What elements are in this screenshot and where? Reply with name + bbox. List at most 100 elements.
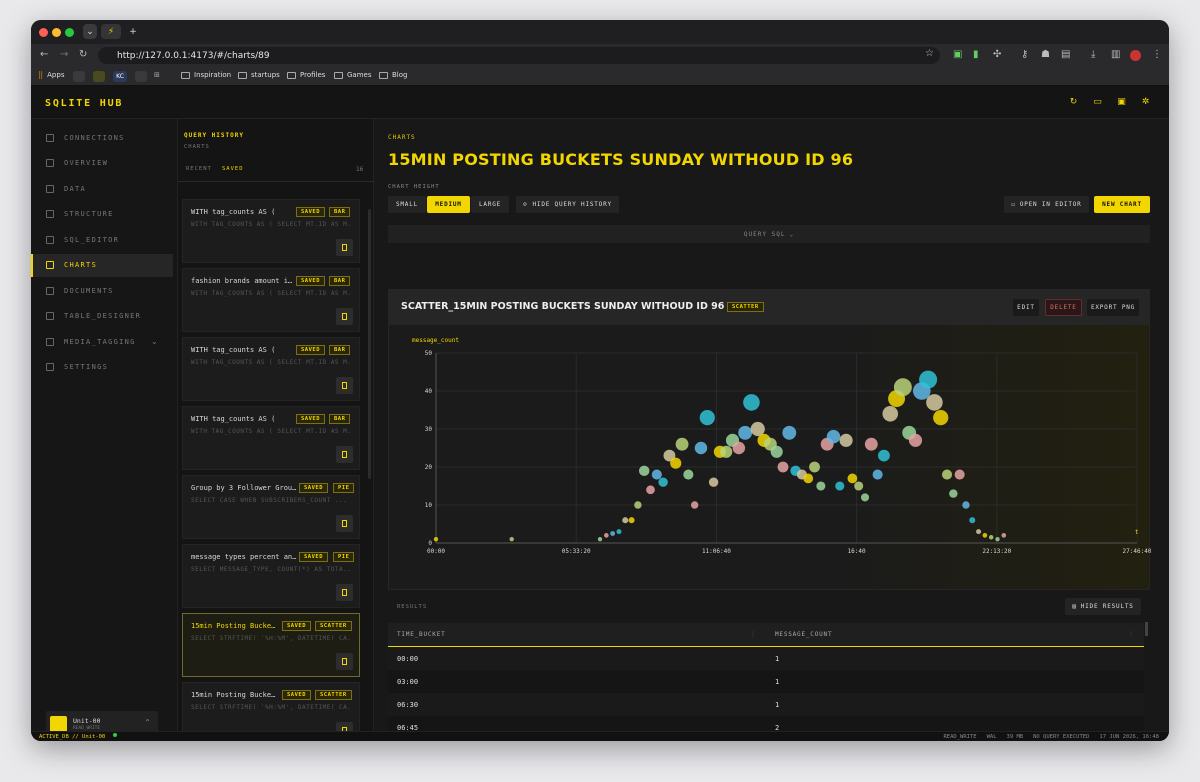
bookmark-folder-games[interactable]: Games xyxy=(334,71,372,79)
size-small-button[interactable]: SMALL xyxy=(388,196,426,213)
avatar[interactable] xyxy=(1130,50,1141,61)
sidebar-item-table-designer[interactable]: TABLE_DESIGNER xyxy=(31,305,173,328)
refresh-icon[interactable]: ↻ xyxy=(1068,97,1079,107)
sidebar-item-label: SETTINGS xyxy=(64,363,109,371)
history-card[interactable]: 15min Posting Bucke… SAVED SCATTER SELEC… xyxy=(182,613,360,677)
bookmark-folder-blog[interactable]: Blog xyxy=(379,71,407,79)
bookmark-button[interactable] xyxy=(336,239,353,256)
close-window-icon[interactable] xyxy=(39,28,48,37)
bookmark-kc[interactable]: KC xyxy=(113,71,127,82)
menu-icon[interactable]: ⋮ xyxy=(1152,49,1162,60)
bookmark-folder-startups[interactable]: startups xyxy=(238,71,280,79)
sidebar-item-data[interactable]: DATA xyxy=(31,177,173,200)
extension-icon[interactable]: ▣ xyxy=(953,49,962,60)
size-large-button[interactable]: LARGE xyxy=(471,196,509,213)
extension-icon[interactable]: ▮ xyxy=(973,49,979,60)
history-card[interactable]: WITH tag_counts AS ( SAVED BAR WITH TAG_… xyxy=(182,406,360,470)
browser-tab[interactable]: ⚡ xyxy=(101,24,121,39)
edit-button[interactable]: EDIT xyxy=(1013,299,1039,316)
scatter-point xyxy=(982,533,988,538)
bookmark-icon-item[interactable] xyxy=(135,71,147,82)
new-tab-icon[interactable]: + xyxy=(127,24,139,39)
puzzle-icon[interactable]: ✣ xyxy=(993,49,1001,60)
new-chart-button[interactable]: NEW CHART xyxy=(1094,196,1150,213)
sidebar-item-label: STRUCTURE xyxy=(64,210,114,218)
results-scrollbar[interactable] xyxy=(1145,622,1148,636)
bookmark-folder-inspiration[interactable]: Inspiration xyxy=(181,71,231,79)
history-card[interactable]: Group by 3 Follower Grou… SAVED PIE SELE… xyxy=(182,475,360,539)
history-card[interactable]: WITH tag_counts AS ( SAVED BAR WITH TAG_… xyxy=(182,337,360,401)
bookmark-button[interactable] xyxy=(336,377,353,394)
address-bar[interactable]: http://127.0.0.1:4173/#/charts/89 xyxy=(98,47,940,64)
bookmark-button[interactable] xyxy=(336,584,353,601)
history-card[interactable]: WITH tag_counts AS ( SAVED BAR WITH TAG_… xyxy=(182,199,360,263)
history-card-title: fashion brands amount i… xyxy=(191,277,293,285)
bookmark-folder-profiles[interactable]: Profiles xyxy=(287,71,325,79)
sidebar-item-overview[interactable]: OVERVIEW xyxy=(31,152,173,175)
open-in-editor-button[interactable]: ▭ OPEN IN EDITOR xyxy=(1004,196,1089,213)
scatter-point xyxy=(816,481,826,491)
y-tick-label: 50 xyxy=(425,350,433,357)
apps-grid-icon: ⣿ xyxy=(38,71,44,79)
history-card-sql: SELECT STRFTIME( '%H:%M', DATETIME( CA..… xyxy=(191,704,353,711)
history-scrollbar[interactable] xyxy=(368,209,371,479)
bookmark-button[interactable] xyxy=(336,653,353,670)
folder-icon[interactable]: ▭ xyxy=(1092,97,1103,107)
chevron-up-icon[interactable]: ⌃ xyxy=(144,718,151,727)
column-header[interactable]: MESSAGE_COUNT xyxy=(775,631,832,638)
back-icon[interactable]: ← xyxy=(40,49,48,60)
column-resize-handle[interactable]: ⋮ xyxy=(750,631,757,638)
table-row[interactable]: 06:30 1 xyxy=(388,693,1144,716)
sidebar-item-media-tagging[interactable]: MEDIA_TAGGING ⌄ xyxy=(31,330,173,353)
bookmark-icon-item[interactable] xyxy=(73,71,85,82)
terminal-icon[interactable]: ▣ xyxy=(1116,97,1127,107)
bookmark-button[interactable] xyxy=(336,308,353,325)
export-png-button[interactable]: EXPORT PNG xyxy=(1087,299,1139,316)
column-header[interactable]: TIME_BUCKET xyxy=(397,631,446,638)
query-sql-toggle[interactable]: QUERY SQL ⌄ xyxy=(388,225,1150,243)
chevron-down-icon: ⌄ xyxy=(789,230,795,238)
size-medium-button[interactable]: MEDIUM xyxy=(427,196,470,213)
bookmark-button[interactable] xyxy=(336,515,353,532)
settings-icon[interactable]: ✲ xyxy=(1140,97,1151,107)
table-row[interactable]: 00:00 1 xyxy=(388,647,1144,670)
bookmark-apps[interactable]: ⣿ Apps xyxy=(38,71,64,79)
tab-recent[interactable]: RECENT xyxy=(186,166,212,172)
column-resize-handle[interactable]: ⋮ xyxy=(1128,631,1135,638)
sidebar-item-structure[interactable]: STRUCTURE xyxy=(31,203,173,226)
star-icon[interactable]: ☆ xyxy=(925,48,934,59)
bookmark-button[interactable] xyxy=(336,446,353,463)
tab-saved[interactable]: SAVED xyxy=(222,166,244,172)
cell-message-count: 1 xyxy=(775,677,780,686)
sidebar-item-connections[interactable]: CONNECTIONS xyxy=(31,126,173,149)
cell-time-bucket: 03:00 xyxy=(397,677,419,686)
forward-icon[interactable]: → xyxy=(60,49,68,60)
chart-type-badge: SCATTER xyxy=(727,302,764,312)
history-card[interactable]: message types percent an… SAVED PIE SELE… xyxy=(182,544,360,608)
hide-query-history-button[interactable]: ⊘ HIDE QUERY HISTORY xyxy=(516,196,619,213)
extension-icon[interactable]: ▤ xyxy=(1061,49,1070,60)
tab-list-icon[interactable]: ⌄ xyxy=(83,24,97,39)
delete-button[interactable]: DELETE xyxy=(1045,299,1082,316)
tag-icon xyxy=(46,337,54,346)
bookmark-icon-item[interactable]: ⊞ xyxy=(154,71,160,79)
chevron-down-icon[interactable]: ⌄ xyxy=(151,337,159,346)
extension-icon[interactable]: ☗ xyxy=(1041,49,1050,60)
sidebar-item-charts[interactable]: CHARTS xyxy=(31,253,173,277)
sidebar-item-documents[interactable]: DOCUMENTS xyxy=(31,279,173,302)
sidebar-item-settings[interactable]: SETTINGS xyxy=(31,356,173,379)
sidebar-icon[interactable]: ▥ xyxy=(1111,49,1120,60)
hide-results-button[interactable]: ▤ HIDE RESULTS xyxy=(1065,598,1141,615)
history-card[interactable]: fashion brands amount i… SAVED BAR WITH … xyxy=(182,268,360,332)
download-icon[interactable]: ⤓ xyxy=(1091,49,1095,60)
reload-icon[interactable]: ↻ xyxy=(79,49,87,60)
table-row[interactable]: 03:00 1 xyxy=(388,670,1144,693)
bookmark-icon-item[interactable] xyxy=(93,71,105,82)
zoom-window-icon[interactable] xyxy=(65,28,74,37)
key-icon[interactable]: ⚷ xyxy=(1021,49,1028,60)
bookmark-favicon-icon xyxy=(73,71,85,82)
y-tick-label: 20 xyxy=(425,464,433,471)
minimize-window-icon[interactable] xyxy=(52,28,61,37)
browser-tab-bar: ⌄ ⚡ + xyxy=(31,20,1169,44)
sidebar-item-sql-editor[interactable]: SQL_EDITOR xyxy=(31,228,173,251)
